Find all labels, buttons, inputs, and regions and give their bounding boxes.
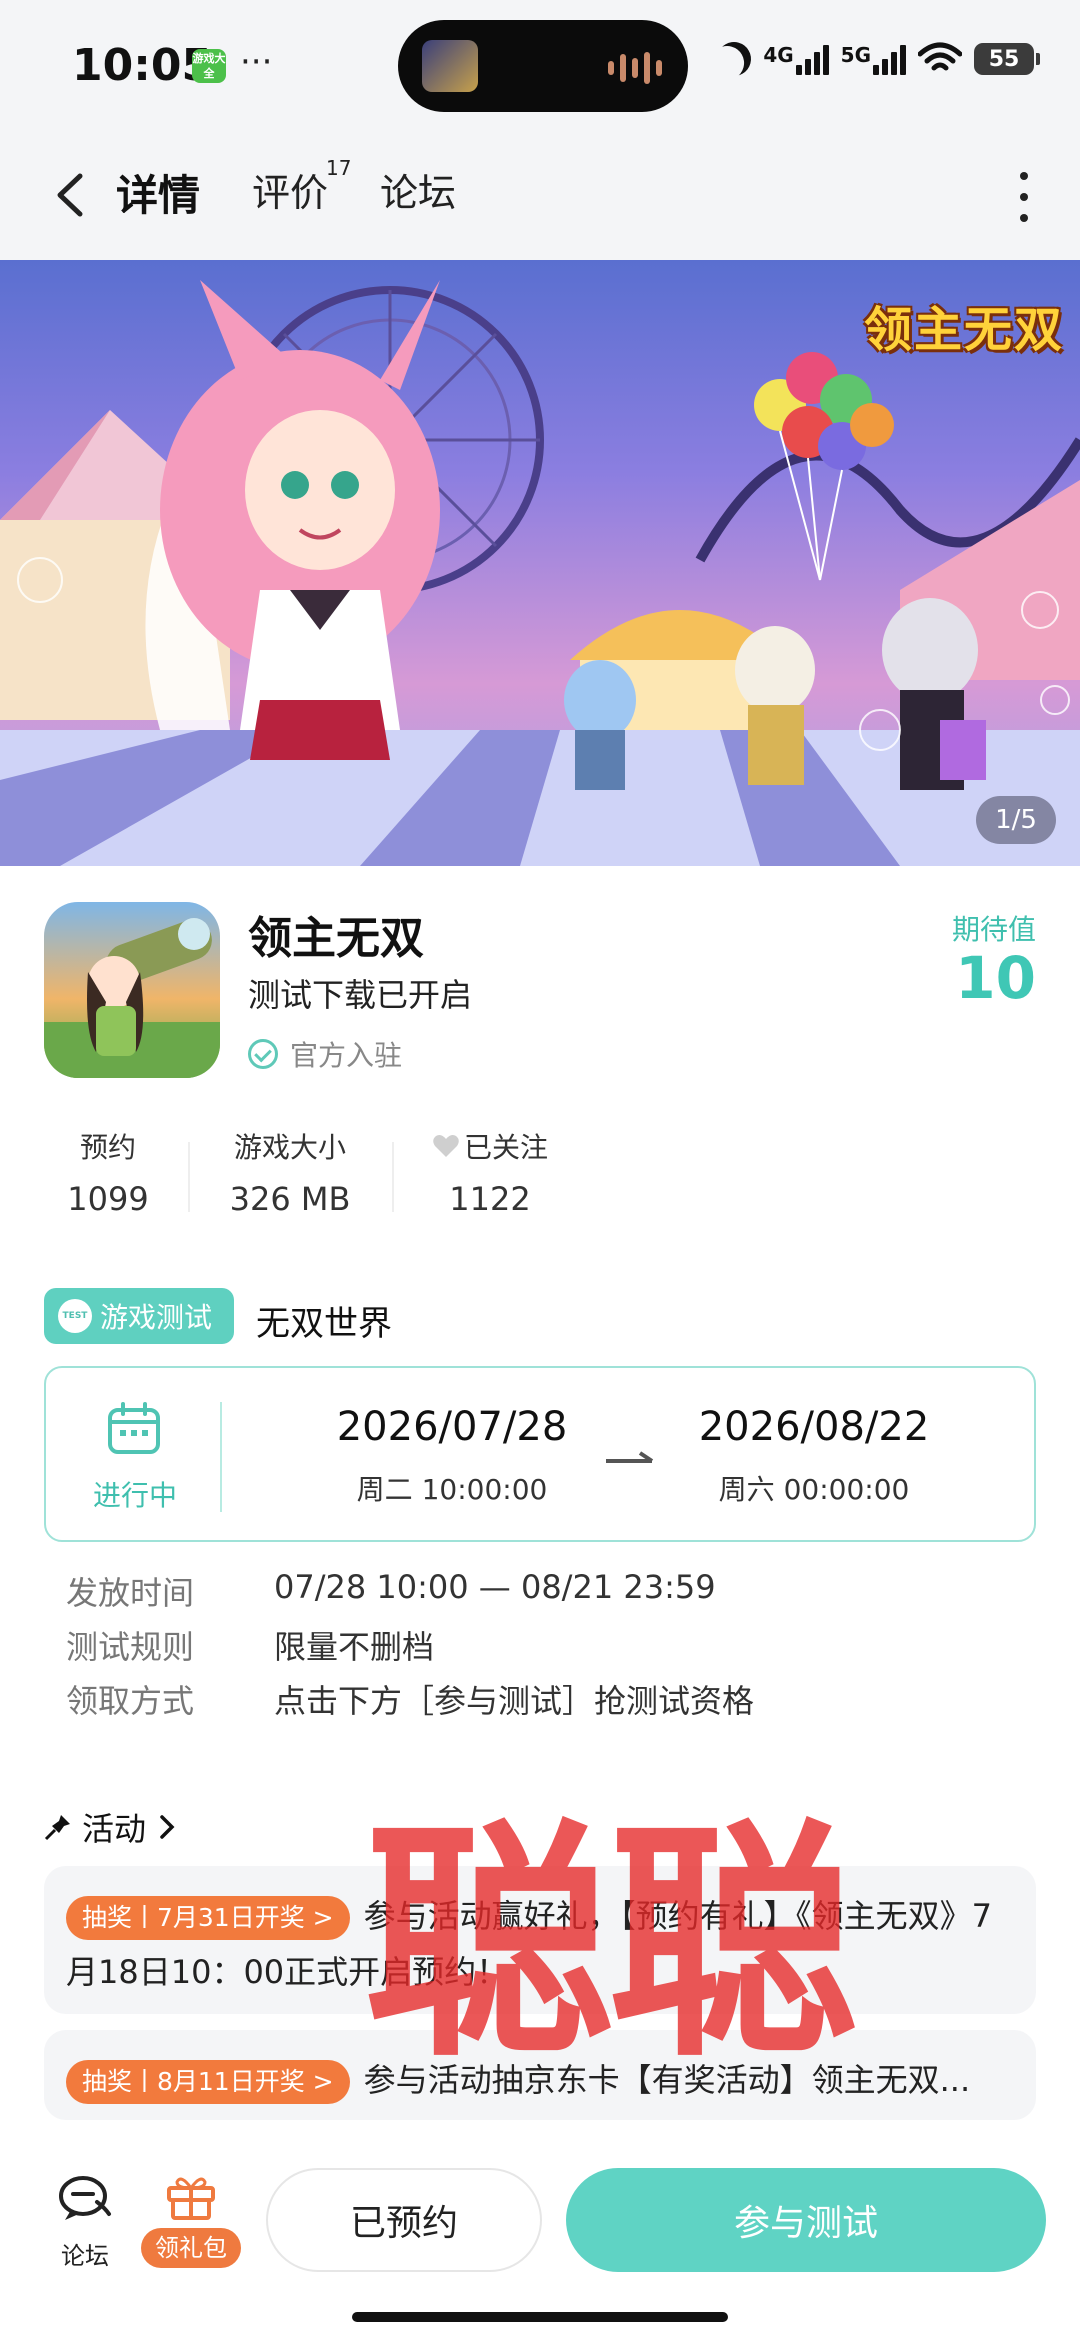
stat-label: 已关注 (463, 1131, 548, 1164)
info-value: 07/28 10:00 — 08/21 23:59 (274, 1568, 716, 1606)
activity-card[interactable]: 抽奖丨8月11日开奖 > 参与活动抽京东卡【有奖活动】领主无双... (44, 2030, 1036, 2120)
stat-label: 游戏大小 (233, 1131, 346, 1164)
expectation-label: 期待值 (951, 913, 1036, 946)
heart-icon (433, 1135, 459, 1157)
tab-forum-label: 论坛 (380, 171, 457, 215)
chat-bubble-icon (59, 2176, 111, 2220)
tab-forum[interactable]: 论坛 (380, 162, 456, 217)
start-date: 2026/07/28 (336, 1404, 568, 1450)
signal-icon-2: 5G (841, 43, 906, 75)
stat-label: 预约 (79, 1131, 136, 1164)
activity-tag[interactable]: 抽奖丨8月11日开奖 > (66, 2060, 350, 2104)
tab-detail-label: 详情 (116, 171, 201, 220)
divider (188, 1142, 190, 1212)
calendar-icon (108, 1402, 160, 1454)
activity-card[interactable]: 抽奖丨7月31日开奖 > 参与活动赢好礼，【预约有礼】《领主无双》7月18日10：… (44, 1866, 1036, 2014)
review-count-badge: 17 (326, 156, 352, 180)
activities-title: 活动 (82, 1810, 147, 1848)
info-key: 领取方式 (66, 1682, 195, 1720)
top-nav: 详情 评价 17 论坛 (0, 130, 1080, 260)
stat-followed[interactable]: 已关注 1122 (410, 1126, 570, 1218)
signal-icon: 4G (763, 43, 829, 75)
info-value: 限量不删档 (274, 1628, 435, 1666)
banner-game-logo: 领主无双 (863, 302, 1064, 358)
verified-check-icon (248, 1039, 278, 1069)
stat-value: 1122 (449, 1180, 531, 1218)
tab-review[interactable]: 评价 17 (252, 156, 351, 217)
activity-text: 参与活动抽京东卡【有奖活动】领主无双... (363, 2061, 971, 2099)
chevron-right-icon (160, 1815, 175, 1839)
official-badge: 官方入驻 (248, 1034, 402, 1074)
game-test-badge: TEST 游戏测试 (44, 1288, 234, 1344)
more-notifications-icon: ··· (240, 42, 273, 82)
bottom-action-bar: 论坛 领礼包 已预约 参与测试 (0, 2150, 1080, 2338)
info-key: 测试规则 (66, 1628, 195, 1666)
activities-header[interactable]: 活动 (44, 1804, 178, 1850)
stat-game-size: 游戏大小 326 MB (210, 1126, 370, 1218)
status-bar: 10:05 游戏大全 ··· 4G 5G 55 (0, 0, 1080, 130)
official-label: 官方入驻 (290, 1039, 403, 1072)
media-thumbnail (422, 40, 478, 92)
wifi-icon (918, 42, 962, 71)
game-banner-carousel[interactable]: 领主无双 1/5 (0, 260, 1080, 866)
expectation-score: 10 (955, 944, 1036, 1012)
test-end: 2026/08/22 周六 00:00:00 (664, 1404, 964, 1508)
home-indicator[interactable] (352, 2312, 728, 2322)
forum-button[interactable]: 论坛 (40, 2174, 130, 2271)
info-key: 发放时间 (66, 1574, 195, 1612)
back-arrow-icon[interactable] (48, 170, 98, 220)
info-value: 点击下方［参与测试］抢测试资格 (274, 1682, 755, 1720)
divider (392, 1142, 394, 1212)
test-status: 进行中 (92, 1479, 177, 1512)
pin-icon (44, 1815, 70, 1841)
gift-icon (167, 2177, 215, 2220)
moon-icon (711, 36, 757, 82)
game-status-subtitle: 测试下载已开启 (248, 976, 473, 1014)
test-badge-label: 游戏测试 (100, 1301, 213, 1334)
network-type-2: 5G (840, 43, 871, 67)
stat-value: 1099 (67, 1180, 149, 1218)
app-notification-icon: 游戏大全 (192, 49, 226, 83)
battery-icon: 55 (974, 43, 1040, 75)
end-time: 周六 00:00:00 (718, 1473, 910, 1506)
game-stats: 预约 1099 游戏大小 326 MB 已关注 1122 (0, 1126, 700, 1236)
audio-wave-icon (608, 52, 662, 84)
tab-review-label: 评价 (252, 171, 329, 215)
gift-pack-button[interactable]: 领礼包 (136, 2174, 246, 2268)
test-start: 2026/07/28 周二 10:00:00 (302, 1404, 602, 1508)
stat-value: 326 MB (229, 1180, 351, 1218)
network-type-1: 4G (763, 43, 794, 67)
divider (220, 1402, 222, 1512)
test-name: 无双世界 (256, 1304, 392, 1344)
game-app-icon (44, 902, 220, 1078)
dynamic-island[interactable] (398, 20, 688, 112)
gift-pack-label: 领礼包 (141, 2228, 241, 2268)
game-title: 领主无双 (248, 913, 424, 964)
test-period-card: 进行中 2026/07/28 周二 10:00:00 2026/08/22 周六… (44, 1366, 1036, 1542)
carousel-page-indicator: 1/5 (976, 796, 1056, 844)
status-icons: 4G 5G 55 (717, 42, 1040, 76)
more-options-icon[interactable] (1018, 172, 1030, 222)
test-icon: TEST (58, 1299, 92, 1333)
tab-detail[interactable]: 详情 (112, 162, 205, 223)
join-test-button[interactable]: 参与测试 (566, 2168, 1046, 2272)
activity-tag[interactable]: 抽奖丨7月31日开奖 > (66, 1896, 350, 1940)
start-time: 周二 10:00:00 (356, 1473, 548, 1506)
end-date: 2026/08/22 (698, 1404, 930, 1450)
forum-button-label: 论坛 (61, 2242, 109, 2270)
stat-reservations: 预约 1099 (50, 1126, 166, 1218)
reserved-button[interactable]: 已预约 (266, 2168, 542, 2272)
arrow-right-icon (606, 1451, 654, 1463)
